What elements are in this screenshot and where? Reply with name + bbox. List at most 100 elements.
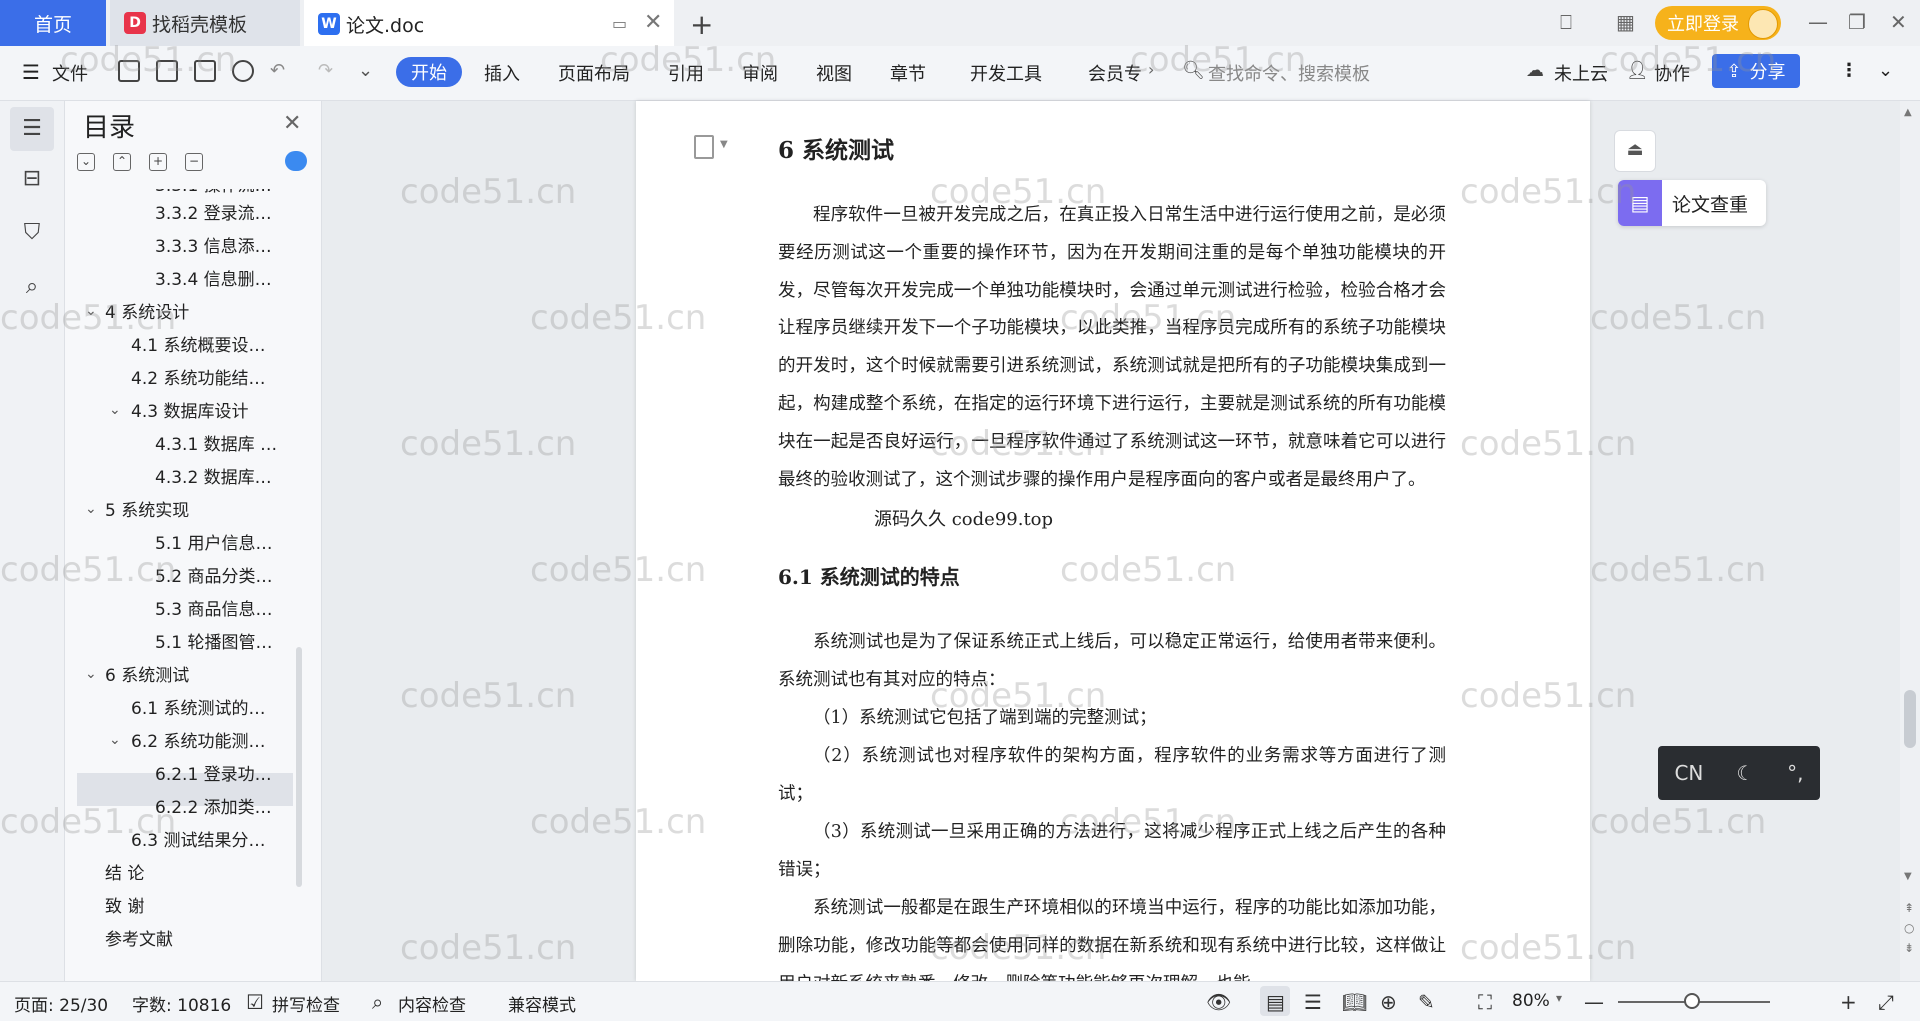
toc-item[interactable]: 4 系统设计 [105,298,189,328]
fit-page-icon[interactable]: ⛶ [1478,990,1492,1014]
collab-button[interactable]: 协作 [1654,60,1690,86]
page-indicator[interactable]: 页面: 25/30 [14,991,108,1016]
command-search-input[interactable]: 查找命令、搜索模板 [1208,60,1370,86]
toc-item[interactable]: 6.2.2 添加类… [155,793,272,823]
export-pdf-icon[interactable] [156,60,178,82]
add-heading-icon[interactable]: + [149,153,167,171]
toc-item[interactable]: 6.2.1 登录功… [155,760,272,790]
select-browse-icon[interactable]: ○ [1904,921,1914,935]
toc-item[interactable]: 4.3.2 数据库… [155,463,272,493]
toc-item[interactable]: 5.2 商品分类… [155,562,272,592]
toc-item[interactable]: 6.2 系统功能测… [131,727,265,757]
tab-doc[interactable]: W 论文.doc ▭ ✕ [304,0,674,46]
expand-all-icon[interactable]: ⌄ [77,153,95,171]
toc-item[interactable]: 3.3.4 信息删… [155,265,272,295]
menu-icon[interactable]: ☰ [22,60,40,84]
vertical-scroll-thumb[interactable] [1904,690,1916,748]
chevron-down-icon[interactable]: ⌄ [85,666,97,682]
zoom-slider-handle[interactable] [1684,993,1700,1009]
word-count[interactable]: 字数: 10816 [132,991,231,1016]
document-page[interactable]: ▼ 6 系统测试 程序软件一旦被开发完成之后，在真正投入日常生活中进行运行使用之… [636,101,1590,981]
layout-icon[interactable]: ⎕ [1560,10,1572,34]
file-menu-caret-icon[interactable]: ▼ [720,139,728,150]
bookmark-icon[interactable]: ⛉ [20,221,44,245]
toc-item[interactable]: 3.3.3 信息添… [155,232,272,262]
more-chevron-icon[interactable]: ⌄ [358,60,373,81]
chapter-nav-icon[interactable]: ⊟ [20,167,44,191]
print-preview-icon[interactable] [232,60,254,82]
float-window-icon[interactable]: ▭ [612,14,627,33]
more-menu-chevron-icon[interactable]: › [1148,60,1154,79]
close-window-icon[interactable]: ✕ [1890,10,1907,34]
scroll-down-icon[interactable]: ▼ [1904,871,1912,882]
toc-item[interactable]: 5.1 用户信息… [155,529,272,559]
menu-insert[interactable]: 插入 [484,60,520,86]
document-file-icon[interactable] [694,135,714,159]
menu-review[interactable]: 审阅 [742,60,778,86]
menu-member[interactable]: 会员专 [1088,60,1142,86]
vertical-scrollbar[interactable]: ▲ ▼ ⇞ ○ ⇟ [1900,101,1920,981]
apps-grid-icon[interactable]: ▦ [1616,10,1635,34]
toc-item[interactable]: 5.3 商品信息… [155,595,272,625]
toc-item[interactable]: 4.3.1 数据库 … [155,430,277,460]
remove-heading-icon[interactable]: − [185,153,203,171]
undo-icon[interactable]: ↶ [270,60,285,81]
zoom-out-icon[interactable]: — [1584,990,1604,1014]
page-view-icon[interactable]: ▤ [1266,990,1285,1014]
menu-file[interactable]: 文件 [52,60,88,86]
menu-devtools[interactable]: 开发工具 [970,60,1042,86]
toc-mode-toggle-icon[interactable] [285,151,307,171]
save-icon[interactable] [118,60,140,82]
fullscreen-icon[interactable]: ⤢ [1878,990,1894,1014]
print-icon[interactable] [194,60,216,82]
menu-chapter[interactable]: 章节 [890,60,926,86]
reading-view-icon[interactable]: 📖︎ [1342,990,1367,1014]
toc-item[interactable]: 参考文献 [105,925,173,955]
toc-item[interactable]: 4.1 系统概要设… [131,331,265,361]
menu-start[interactable]: 开始 [396,57,462,87]
content-check-button[interactable]: 内容检查 [398,991,466,1016]
chevron-down-icon[interactable]: ⌄ [109,732,121,748]
tab-home[interactable]: 首页 [0,0,106,46]
collapse-all-icon[interactable]: ⌃ [113,153,131,171]
toc-icon[interactable]: ☰ [20,117,44,141]
toc-item[interactable]: 致 谢 [105,892,144,922]
avatar[interactable] [1748,9,1778,39]
web-view-icon[interactable]: ⊕ [1380,990,1397,1014]
restore-icon[interactable]: ❐ [1848,10,1866,34]
plagiarism-check-button[interactable]: ▤ 论文查重 [1618,180,1766,226]
next-page-icon[interactable]: ⇟ [1904,941,1914,955]
toc-item[interactable]: 6.1 系统测试的… [131,694,265,724]
toc-item[interactable]: 结 论 [105,859,144,889]
moon-icon[interactable]: ☾ [1736,761,1754,785]
menu-view[interactable]: 视图 [816,60,852,86]
chevron-down-icon[interactable]: ⌄ [85,303,97,319]
toc-item[interactable]: 5.1 轮播图管… [155,628,272,658]
spell-check-button[interactable]: 拼写检查 [272,991,340,1016]
minimize-icon[interactable]: — [1808,10,1828,34]
toc-item[interactable]: 4.2 系统功能结… [131,364,265,394]
chevron-down-icon[interactable]: ⌄ [109,402,121,418]
write-mode-icon[interactable]: ✎ [1418,990,1435,1014]
close-tab-icon[interactable]: ✕ [644,10,662,35]
menu-layout[interactable]: 页面布局 [558,60,630,86]
prev-page-icon[interactable]: ⇞ [1904,901,1914,915]
toc-item[interactable]: 4.3 数据库设计 [131,397,248,427]
scroll-up-icon[interactable]: ▲ [1904,107,1912,118]
share-button[interactable]: ⇪ 分享 [1712,54,1800,88]
zoom-in-icon[interactable]: + [1840,990,1857,1014]
toc-item[interactable]: 3.3.2 登录流… [155,199,272,229]
zoom-level[interactable]: 80% [1512,991,1550,1011]
ime-lang[interactable]: CN [1674,761,1703,785]
zoom-dropdown-icon[interactable]: ▾ [1556,991,1562,1005]
new-tab-button[interactable]: + [690,8,713,41]
eye-protect-icon[interactable]: 👁︎ [1206,990,1231,1014]
redo-icon[interactable]: ↷ [318,60,333,81]
chevron-down-icon[interactable]: ⌄ [85,501,97,517]
ime-toolbar[interactable]: CN ☾ °, [1658,746,1820,800]
collapse-panel-button[interactable]: ⏏ [1614,130,1656,172]
punctuation-icon[interactable]: °, [1787,761,1803,785]
toc-item[interactable]: 5 系统实现 [105,496,189,526]
menu-reference[interactable]: 引用 [668,60,704,86]
tab-template[interactable]: D 找稻壳模板 [110,0,300,46]
